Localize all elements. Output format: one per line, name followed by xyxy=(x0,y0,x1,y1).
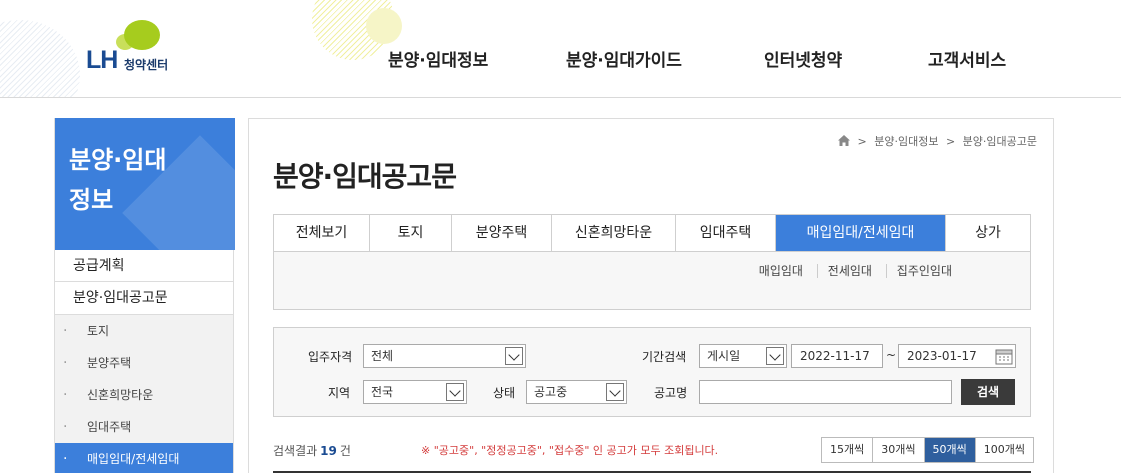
period-label: 기간검색 xyxy=(642,350,687,364)
sidebar-subitem-land[interactable]: 토지 xyxy=(55,315,233,347)
result-number: 19 xyxy=(320,444,337,458)
sidebar-subitem-rental-housing[interactable]: 임대주택 xyxy=(55,411,233,443)
nav-item-customer[interactable]: 고객서비스 xyxy=(928,46,1006,71)
period-type-select[interactable]: 게시일 xyxy=(699,344,787,368)
sidebar-title: 분양·임대 정보 xyxy=(55,118,235,250)
sidebar-item-notices[interactable]: 분양·임대공고문 xyxy=(55,282,233,314)
tab-commercial[interactable]: 상가 xyxy=(946,215,1030,251)
sidebar-subitem-sale-housing[interactable]: 분양주택 xyxy=(55,347,233,379)
logo-subtext: 청약센터 xyxy=(124,58,169,72)
date-from-input[interactable]: 2022-11-17 xyxy=(791,344,883,368)
header-decoration xyxy=(366,8,402,44)
sidebar-subitem-purchase-lease[interactable]: 매입임대/전세임대 xyxy=(55,443,233,473)
breadcrumb-item[interactable]: 분양·임대정보 xyxy=(874,135,938,148)
tab-newlywed-town[interactable]: 신혼희망타운 xyxy=(552,215,676,251)
period-type-value: 게시일 xyxy=(707,349,741,363)
subtab-landlord-rental[interactable]: 집주인임대 xyxy=(885,264,962,278)
search-panel: 입주자격 전체 기간검색 게시일 2022-11-17 ~ 2023-01-17… xyxy=(273,327,1031,417)
nav-item-guide[interactable]: 분양·임대가이드 xyxy=(566,46,682,71)
header-decoration xyxy=(0,20,80,97)
chevron-right-icon: > xyxy=(945,135,956,148)
sidebar-title-line: 정보 xyxy=(69,186,114,214)
nav-item-internet[interactable]: 인터넷청약 xyxy=(764,46,842,71)
chevron-down-icon xyxy=(505,347,523,365)
sidebar-title-line: 분양·임대 xyxy=(69,146,167,174)
subtab-purchase-rental[interactable]: 매입임대 xyxy=(749,264,813,278)
result-suffix: 건 xyxy=(339,444,351,458)
subtab-jeonse-rental[interactable]: 전세임대 xyxy=(816,264,882,278)
sidebar: 분양·임대 정보 공급계획 분양·임대공고문 토지 분양주택 신혼희망타운 임대… xyxy=(54,118,235,473)
qualification-value: 전체 xyxy=(371,349,394,363)
chevron-down-icon xyxy=(766,347,784,365)
main-content: > 분양·임대정보 > 분양·임대공고문 분양·임대공고문 전체보기 토지 분양… xyxy=(248,118,1054,473)
tab-land[interactable]: 토지 xyxy=(370,215,452,251)
chevron-down-icon xyxy=(446,383,464,401)
subtab-area: 매입임대 전세임대 집주인임대 xyxy=(273,252,1031,310)
page-size-15[interactable]: 15개씩 xyxy=(822,438,874,462)
notice-name-input[interactable] xyxy=(699,380,952,404)
chevron-right-icon: > xyxy=(857,135,867,148)
page-size-50[interactable]: 50개씩 xyxy=(924,438,976,462)
tab-all[interactable]: 전체보기 xyxy=(274,215,370,251)
qualification-select[interactable]: 전체 xyxy=(363,344,526,368)
status-select[interactable]: 공고중 xyxy=(526,380,627,404)
logo-text: LH xyxy=(86,46,118,74)
tab-sale-housing[interactable]: 분양주택 xyxy=(452,215,552,251)
search-button[interactable]: 검색 xyxy=(961,379,1015,405)
main-nav: 분양·임대정보 분양·임대가이드 인터넷청약 고객서비스 xyxy=(360,46,1060,74)
page-size-100[interactable]: 100개씩 xyxy=(975,438,1033,462)
logo-mark xyxy=(124,20,160,50)
nav-item-info[interactable]: 분양·임대정보 xyxy=(388,46,488,71)
page-size-30[interactable]: 30개씩 xyxy=(873,438,925,462)
notice-name-label: 공고명 xyxy=(654,386,688,400)
site-logo[interactable]: LH 청약센터 xyxy=(86,18,206,78)
page-title: 분양·임대공고문 xyxy=(273,160,457,193)
calendar-icon[interactable] xyxy=(995,347,1013,365)
tab-rental-housing[interactable]: 임대주택 xyxy=(676,215,776,251)
status-value: 공고중 xyxy=(534,385,568,399)
sidebar-item-supply-plan[interactable]: 공급계획 xyxy=(55,250,233,282)
date-range-separator: ~ xyxy=(886,348,897,362)
date-to-input[interactable]: 2023-01-17 xyxy=(898,344,1016,368)
qualification-label: 입주자격 xyxy=(308,350,353,364)
sidebar-submenu: 토지 분양주택 신혼희망타운 임대주택 매입임대/전세임대 xyxy=(55,314,233,473)
breadcrumb: > 분양·임대정보 > 분양·임대공고문 xyxy=(838,133,1037,149)
result-count: 검색결과 19 건 xyxy=(273,442,351,459)
sidebar-subitem-newlywed-town[interactable]: 신혼희망타운 xyxy=(55,379,233,411)
breadcrumb-item[interactable]: 분양·임대공고문 xyxy=(963,135,1037,148)
status-notice: ※ "공고중", "정정공고중", "접수중" 인 공고가 모두 조회됩니다. xyxy=(421,444,719,457)
site-header: LH 청약센터 분양·임대정보 분양·임대가이드 인터넷청약 고객서비스 xyxy=(0,0,1121,98)
region-value: 전국 xyxy=(371,385,394,399)
subtabs: 매입임대 전세임대 집주인임대 xyxy=(749,262,962,279)
home-icon[interactable] xyxy=(838,135,850,146)
page-size-selector: 15개씩 30개씩 50개씩 100개씩 xyxy=(821,437,1034,463)
tab-purchase-lease[interactable]: 매입임대/전세임대 xyxy=(776,215,946,251)
category-tabs: 전체보기 토지 분양주택 신혼희망타운 임대주택 매입임대/전세임대 상가 xyxy=(273,214,1031,252)
chevron-down-icon xyxy=(606,383,624,401)
result-prefix: 검색결과 xyxy=(273,444,318,458)
region-select[interactable]: 전국 xyxy=(363,380,467,404)
region-label: 지역 xyxy=(328,386,351,400)
date-to-value: 2023-01-17 xyxy=(907,349,977,363)
status-label: 상태 xyxy=(493,386,516,400)
